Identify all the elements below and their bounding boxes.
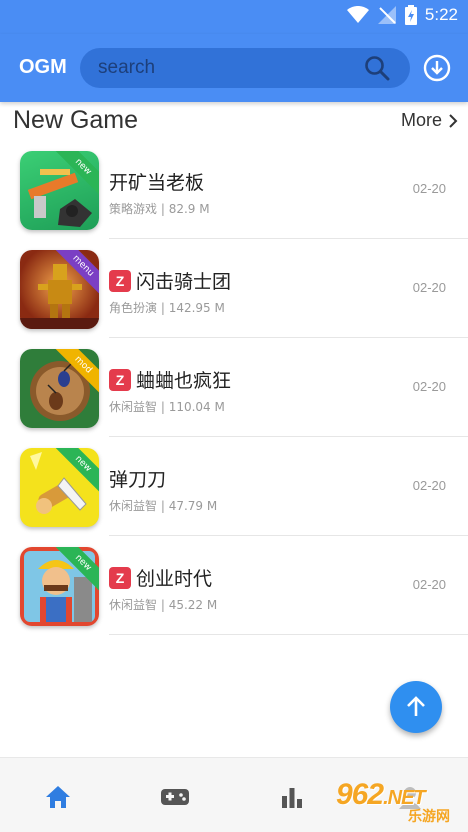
section-title: New Game — [13, 106, 139, 134]
tab-rankings[interactable] — [277, 782, 307, 812]
meta-separator: | — [157, 301, 169, 315]
game-date: 02-20 — [412, 379, 446, 394]
meta-separator: | — [157, 400, 169, 414]
game-size: 47.79 M — [168, 499, 218, 513]
game-category: 休闲益智 — [109, 499, 158, 513]
name-row: Z 蛐蛐也疯狂 — [109, 366, 231, 393]
game-date: 02-20 — [412, 577, 446, 592]
scroll-to-top-button[interactable] — [390, 681, 442, 733]
game-name: 弹刀刀 — [109, 469, 167, 491]
game-icon-cricket[interactable]: mod — [20, 349, 99, 428]
tab-games[interactable] — [160, 782, 190, 812]
search-input[interactable] — [98, 48, 348, 88]
z-badge: Z — [109, 368, 131, 391]
name-row: Z 闪击骑士团 — [109, 267, 231, 294]
watermark-number: 962 — [336, 778, 384, 811]
meta-separator: | — [157, 499, 169, 513]
game-icon-knights[interactable]: menu — [20, 250, 99, 329]
game-meta: 休闲益智 | 45.22 M — [109, 596, 217, 613]
list-item[interactable]: mod Z 蛐蛐也疯狂 休闲益智 | 110.04 M 02-20 — [0, 338, 468, 437]
divider — [109, 634, 468, 635]
meta-separator: | — [157, 598, 169, 612]
z-badge: Z — [109, 566, 131, 589]
no-signal-icon — [377, 6, 396, 24]
game-name: 开矿当老板 — [109, 172, 205, 194]
game-icon-mining[interactable]: new — [20, 151, 99, 230]
watermark-sub: 乐游网 — [408, 809, 450, 825]
game-category: 休闲益智 — [109, 400, 158, 414]
bar-chart-icon — [282, 788, 302, 808]
more-label: More — [400, 110, 442, 130]
name-row: Z 创业时代 — [109, 564, 212, 591]
chevron-right-icon — [449, 113, 458, 128]
gamepad-icon — [161, 789, 189, 805]
game-category: 角色扮演 — [109, 301, 158, 315]
game-meta: 角色扮演 | 142.95 M — [109, 299, 225, 316]
game-icon-business[interactable]: new — [20, 547, 99, 626]
game-category: 休闲益智 — [109, 598, 158, 612]
game-name: 蛐蛐也疯狂 — [136, 370, 232, 392]
game-date: 02-20 — [412, 181, 446, 196]
z-badge: Z — [109, 269, 131, 292]
game-meta: 休闲益智 | 47.79 M — [109, 497, 217, 514]
app-logo[interactable]: OGM — [19, 56, 67, 79]
battery-charging-icon — [404, 5, 417, 25]
tab-home[interactable] — [43, 782, 73, 812]
status-time: 5:22 — [424, 5, 458, 24]
download-icon[interactable] — [423, 54, 451, 82]
name-row: 开矿当老板 — [109, 168, 204, 195]
game-size: 142.95 M — [168, 301, 225, 315]
status-bar: 5:22 — [0, 0, 468, 34]
game-size: 45.22 M — [168, 598, 218, 612]
game-date: 02-20 — [412, 478, 446, 493]
list-item[interactable]: new 开矿当老板 策略游戏 | 82.9 M 02-20 — [0, 140, 468, 239]
site-watermark: 962.NET 乐游网 — [326, 778, 462, 826]
game-meta: 策略游戏 | 82.9 M — [109, 200, 210, 217]
game-size: 82.9 M — [168, 202, 210, 216]
game-name: 创业时代 — [136, 568, 213, 590]
search-icon[interactable] — [364, 55, 390, 81]
wifi-icon — [346, 6, 369, 23]
app-bar: OGM — [0, 34, 468, 102]
home-icon — [46, 786, 70, 808]
game-size: 110.04 M — [168, 400, 225, 414]
section-header: New Game More — [0, 104, 468, 140]
status-icons: 5:22 — [346, 5, 458, 25]
meta-separator: | — [157, 202, 169, 216]
more-link[interactable]: More — [401, 110, 458, 131]
list-item[interactable]: menu Z 闪击骑士团 角色扮演 | 142.95 M 02-20 — [0, 239, 468, 338]
game-category: 策略游戏 — [109, 202, 158, 216]
game-icon-knife[interactable]: new — [20, 448, 99, 527]
game-list: new 开矿当老板 策略游戏 | 82.9 M 02-20 menu Z 闪击骑… — [0, 140, 468, 635]
game-name: 闪击骑士团 — [136, 271, 232, 293]
name-row: 弹刀刀 — [109, 465, 166, 492]
list-item[interactable]: new 弹刀刀 休闲益智 | 47.79 M 02-20 — [0, 437, 468, 536]
arrow-up-icon — [407, 696, 425, 716]
search-bar[interactable] — [80, 48, 410, 88]
game-meta: 休闲益智 | 110.04 M — [109, 398, 225, 415]
game-date: 02-20 — [412, 280, 446, 295]
list-item[interactable]: new Z 创业时代 休闲益智 | 45.22 M 02-20 — [0, 536, 468, 635]
